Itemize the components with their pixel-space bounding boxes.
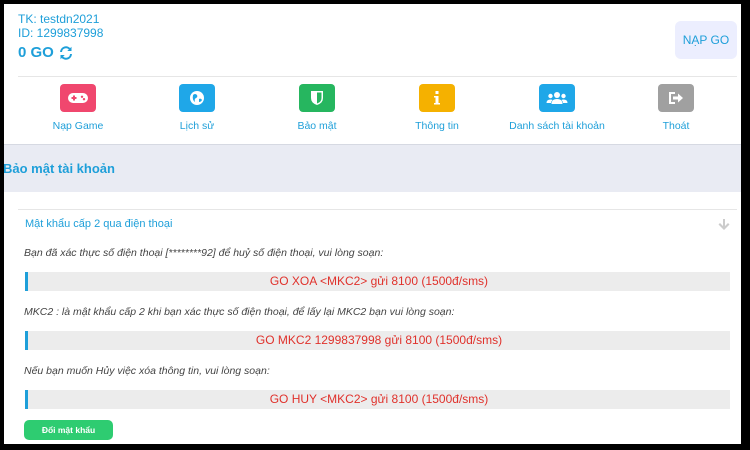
account-username: TK: testdn2021 [18, 12, 100, 26]
panel-title[interactable]: Mật khẩu cấp 2 qua điện thoại [25, 218, 172, 230]
topup-button[interactable]: NẠP GO [675, 21, 737, 59]
instruction-text: MKC2 : là mật khẩu cấp 2 khi bạn xác thự… [24, 306, 455, 318]
nav-label: Danh sách tài khoản [509, 120, 605, 132]
arrow-down-icon[interactable] [717, 218, 731, 232]
section-title: Bảo mật tài khoản [4, 161, 115, 176]
nav-item-bao-mat[interactable]: Bảo mật [252, 84, 382, 132]
main-nav: Nạp Game Lịch sử Bảo mật Thông tin Danh … [4, 84, 741, 142]
nav-label: Lịch sử [179, 120, 215, 132]
nav-item-nap-game[interactable]: Nạp Game [13, 84, 143, 132]
sms-code: GO HUY <MKC2> gửi 8100 (1500đ/sms) [25, 390, 730, 409]
sms-code: GO MKC2 1299837998 gửi 8100 (1500đ/sms) [25, 331, 730, 350]
info-icon [419, 84, 455, 112]
gamepad-icon [60, 84, 96, 112]
account-info: TK: testdn2021 ID: 1299837998 0 GO [18, 12, 103, 61]
nav-label: Nạp Game [52, 120, 104, 132]
globe-icon [179, 84, 215, 112]
divider [18, 76, 737, 77]
divider [18, 209, 737, 210]
balance-amount: 0 GO [18, 44, 54, 61]
balance-row: 0 GO [18, 45, 103, 61]
section-header: Bảo mật tài khoản [4, 144, 741, 192]
instruction-text: Nếu bạn muốn Hủy việc xóa thông tin, vui… [24, 365, 270, 377]
nav-label: Bảo mật [297, 120, 337, 132]
users-icon [539, 84, 575, 112]
window-edge [741, 0, 750, 450]
sms-code: GO XOA <MKC2> gửi 8100 (1500đ/sms) [25, 272, 730, 291]
nav-item-thoat[interactable]: Thoát [611, 84, 741, 132]
shield-icon [299, 84, 335, 112]
refresh-icon[interactable] [58, 45, 74, 61]
nav-item-thong-tin[interactable]: Thông tin [372, 84, 502, 132]
nav-item-danh-sach-tai-khoan[interactable]: Danh sách tài khoản [492, 84, 622, 132]
account-id: ID: 1299837998 [18, 26, 104, 40]
main-frame: TK: testdn2021 ID: 1299837998 0 GO NẠP G… [4, 4, 741, 444]
instruction-text: Bạn đã xác thực số điện thoại [********9… [24, 247, 384, 259]
nav-item-lich-su[interactable]: Lịch sử [132, 84, 262, 132]
nav-label: Thoát [662, 120, 690, 132]
sign-out-icon [658, 84, 694, 112]
nav-label: Thông tin [415, 120, 459, 132]
change-password-button[interactable]: Đổi mật khẩu [24, 420, 113, 440]
